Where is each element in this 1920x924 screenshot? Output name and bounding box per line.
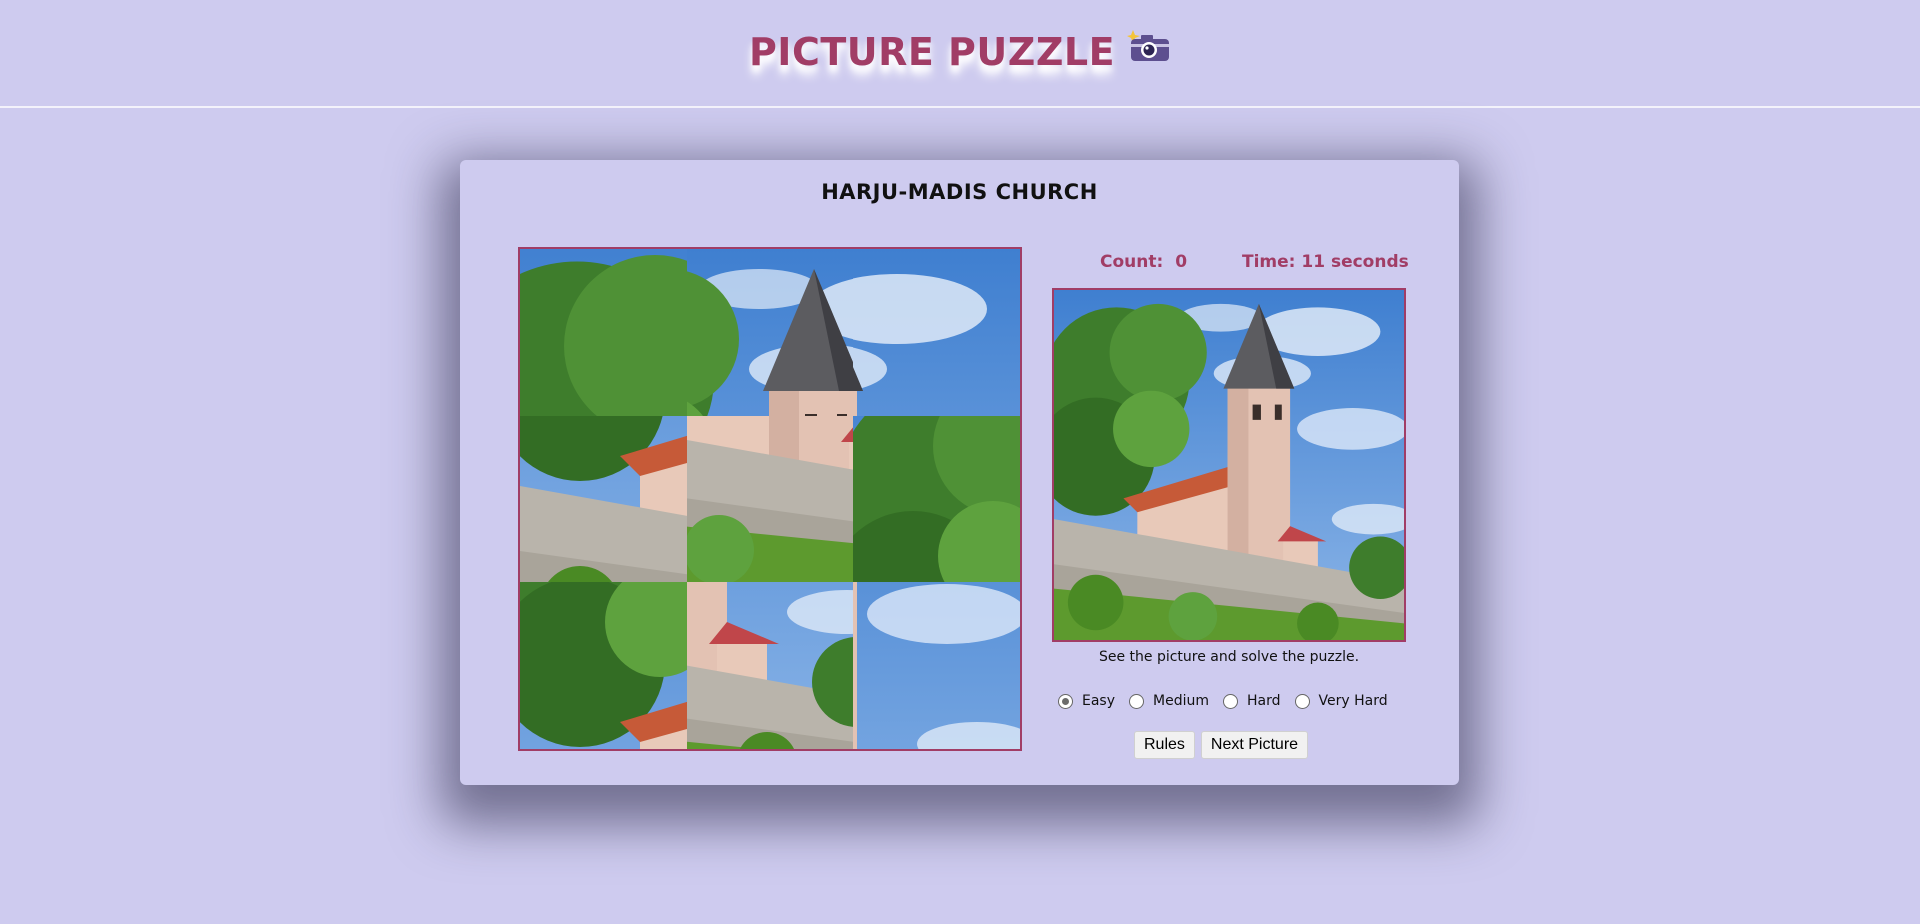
count-value: 0: [1175, 252, 1188, 272]
site-title-text: PICTURE PUZZLE: [748, 30, 1116, 74]
difficulty-easy[interactable]: Easy: [1058, 693, 1115, 709]
puzzle-tile[interactable]: [853, 415, 1020, 583]
next-picture-button[interactable]: Next Picture: [1200, 731, 1309, 759]
reference-image: [1052, 288, 1406, 642]
camera-with-flash-icon: [1127, 28, 1171, 73]
puzzle-tile[interactable]: [853, 582, 1020, 749]
move-count: Count: 0: [1100, 252, 1187, 272]
picture-title: HARJU-MADIS CHURCH: [821, 180, 1098, 204]
difficulty-label: Easy: [1082, 693, 1116, 709]
puzzle-board: [518, 247, 1022, 751]
puzzle-tile[interactable]: [686, 582, 854, 749]
rules-button[interactable]: Rules: [1134, 731, 1195, 759]
puzzle-tile[interactable]: [853, 249, 1020, 416]
puzzle-tile[interactable]: [686, 249, 854, 416]
timer: Time: 11 seconds: [1242, 252, 1409, 272]
radio-medium[interactable]: [1129, 693, 1145, 709]
count-label: Count:: [1100, 252, 1164, 272]
puzzle-tile[interactable]: [520, 582, 687, 749]
puzzle-card: HARJU-MADIS CHURCH Count: 0 Time: 11 sec…: [460, 160, 1459, 785]
difficulty-selector: Easy Medium Hard Very Hard: [1058, 690, 1418, 712]
stats-bar: Count: 0 Time: 11 seconds: [1100, 252, 1420, 282]
puzzle-tile[interactable]: [520, 415, 687, 583]
difficulty-label: Medium: [1153, 693, 1209, 709]
difficulty-label: Hard: [1247, 693, 1281, 709]
reference-caption: See the picture and solve the puzzle.: [1098, 649, 1360, 665]
difficulty-very-hard[interactable]: Very Hard: [1294, 693, 1388, 709]
radio-hard[interactable]: [1223, 693, 1238, 709]
radio-easy[interactable]: [1058, 693, 1073, 709]
radio-very-hard[interactable]: [1294, 693, 1310, 709]
site-header: PICTURE PUZZLE: [0, 0, 1920, 108]
site-title: PICTURE PUZZLE: [0, 30, 1920, 77]
puzzle-tile[interactable]: [686, 415, 854, 583]
difficulty-label: Very Hard: [1318, 693, 1388, 709]
action-buttons: Rules Next Picture: [1134, 731, 1309, 759]
difficulty-hard[interactable]: Hard: [1223, 693, 1281, 709]
puzzle-tile[interactable]: [520, 249, 687, 416]
difficulty-medium[interactable]: Medium: [1129, 693, 1209, 709]
